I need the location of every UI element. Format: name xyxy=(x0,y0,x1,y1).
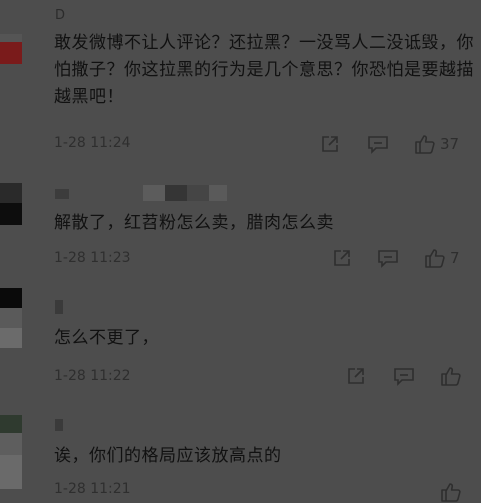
avatar[interactable] xyxy=(0,183,22,225)
avatar[interactable] xyxy=(0,288,22,348)
thumbs-up-icon xyxy=(415,135,435,154)
comment-text: 敢发微博不让人评论？还拉黑？一没骂人二没诋毁，你怕撒子？你这拉黑的行为是几个意思… xyxy=(54,33,474,107)
comment-item: 怎么不更了， 1-28 11:22 xyxy=(0,280,481,395)
comment-item: D 敢发微博不让人评论？还拉黑？一没骂人二没诋毁，你怕撒子？你这拉黑的行为是几个… xyxy=(0,0,481,165)
comment-actions: 37 xyxy=(0,133,481,155)
comment-button[interactable] xyxy=(393,365,415,387)
like-button[interactable] xyxy=(440,365,466,387)
share-button[interactable] xyxy=(320,133,340,155)
comment-item: 诶，你们的格局应该放高点的 1-28 11:21 xyxy=(0,395,481,502)
thumbs-up-icon xyxy=(441,367,461,386)
comment-username[interactable] xyxy=(55,185,235,201)
comment-icon xyxy=(378,250,398,268)
comment-username[interactable] xyxy=(55,298,75,314)
like-count: 7 xyxy=(450,249,460,267)
share-icon xyxy=(334,250,350,266)
comment-button[interactable] xyxy=(367,133,389,155)
like-button[interactable]: 7 xyxy=(424,247,460,269)
thumbs-up-icon xyxy=(425,249,445,268)
avatar[interactable] xyxy=(0,415,22,489)
comment-username[interactable] xyxy=(55,415,75,431)
comment-username[interactable]: D xyxy=(55,8,65,23)
comment-actions xyxy=(0,365,481,387)
share-icon xyxy=(348,368,364,384)
like-button[interactable]: 37 xyxy=(414,133,459,155)
share-button[interactable] xyxy=(346,365,366,387)
share-icon xyxy=(322,136,338,152)
comment-icon xyxy=(368,136,388,154)
avatar[interactable] xyxy=(0,34,22,64)
like-button[interactable] xyxy=(440,481,466,503)
share-button[interactable] xyxy=(332,247,352,269)
thumbs-up-icon xyxy=(441,483,461,502)
comment-actions: 7 xyxy=(0,247,481,269)
comment-icon xyxy=(394,368,414,386)
comment-text: 怎么不更了， xyxy=(54,328,159,348)
comment-actions xyxy=(0,481,481,503)
comment-text: 诶，你们的格局应该放高点的 xyxy=(54,446,282,466)
like-count: 37 xyxy=(440,135,460,153)
comment-button[interactable] xyxy=(377,247,399,269)
comment-item: 解散了，红苕粉怎么卖，腊肉怎么卖 1-28 11:23 7 xyxy=(0,165,481,280)
comment-text: 解散了，红苕粉怎么卖，腊肉怎么卖 xyxy=(54,213,334,233)
